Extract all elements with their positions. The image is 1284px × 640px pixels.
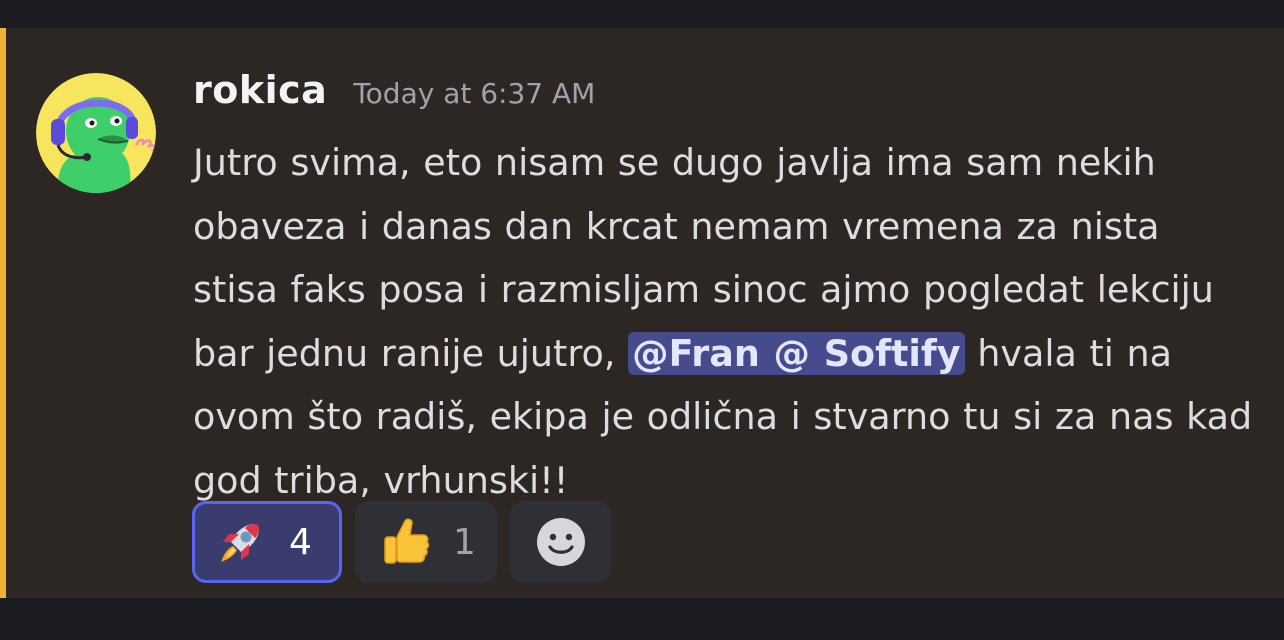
message-header: rokica Today at 6:37 AM bbox=[193, 68, 595, 128]
thumbs-up-icon bbox=[379, 515, 433, 569]
message-content: Jutro svima, eto nisam se dugo javlja im… bbox=[193, 131, 1253, 512]
reaction-count: 1 bbox=[453, 521, 476, 563]
timestamp[interactable]: Today at 6:37 AM bbox=[353, 77, 595, 110]
user-mention[interactable]: @Fran @ Softify bbox=[628, 331, 965, 375]
mention-highlight-bar bbox=[0, 28, 6, 598]
rocket-icon bbox=[215, 516, 267, 568]
reaction-rocket[interactable]: 4 bbox=[192, 501, 342, 583]
message-row: rokica Today at 6:37 AM Jutro svima, eto… bbox=[0, 28, 1284, 598]
reactions-bar: 4 1 bbox=[192, 501, 611, 583]
green-bird-headset-avatar-icon bbox=[36, 73, 156, 193]
reaction-count: 4 bbox=[289, 521, 312, 563]
add-reaction-button[interactable] bbox=[510, 501, 611, 583]
username[interactable]: rokica bbox=[193, 68, 327, 112]
smiley-face-icon bbox=[536, 517, 586, 567]
user-avatar[interactable] bbox=[36, 73, 156, 193]
reaction-thumbs-up[interactable]: 1 bbox=[355, 501, 497, 583]
